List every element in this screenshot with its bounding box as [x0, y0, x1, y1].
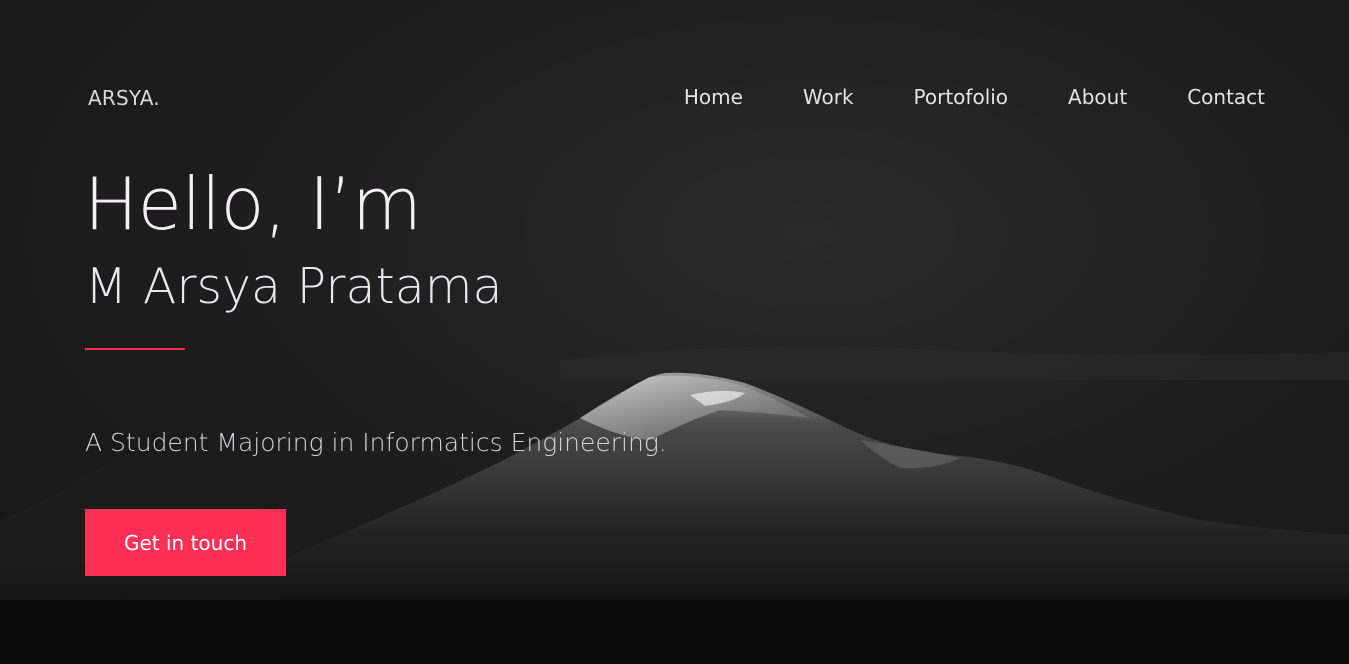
- site-logo[interactable]: ARSYA.: [88, 86, 160, 110]
- hero-greeting: Hello, I’m: [84, 162, 422, 246]
- nav-about[interactable]: About: [1068, 85, 1127, 109]
- hero-section: ARSYA. Home Work Portofolio About Contac…: [0, 0, 1349, 664]
- nav-work[interactable]: Work: [803, 85, 854, 109]
- nav-portofolio[interactable]: Portofolio: [914, 85, 1009, 109]
- main-nav: Home Work Portofolio About Contact: [684, 85, 1265, 109]
- hero-subtitle: A Student Majoring in Informatics Engine…: [85, 428, 667, 457]
- hero-name: M Arsya Pratama: [85, 258, 503, 315]
- accent-divider: [85, 348, 185, 350]
- nav-home[interactable]: Home: [684, 85, 743, 109]
- get-in-touch-button[interactable]: Get in touch: [85, 509, 286, 576]
- nav-contact[interactable]: Contact: [1187, 85, 1265, 109]
